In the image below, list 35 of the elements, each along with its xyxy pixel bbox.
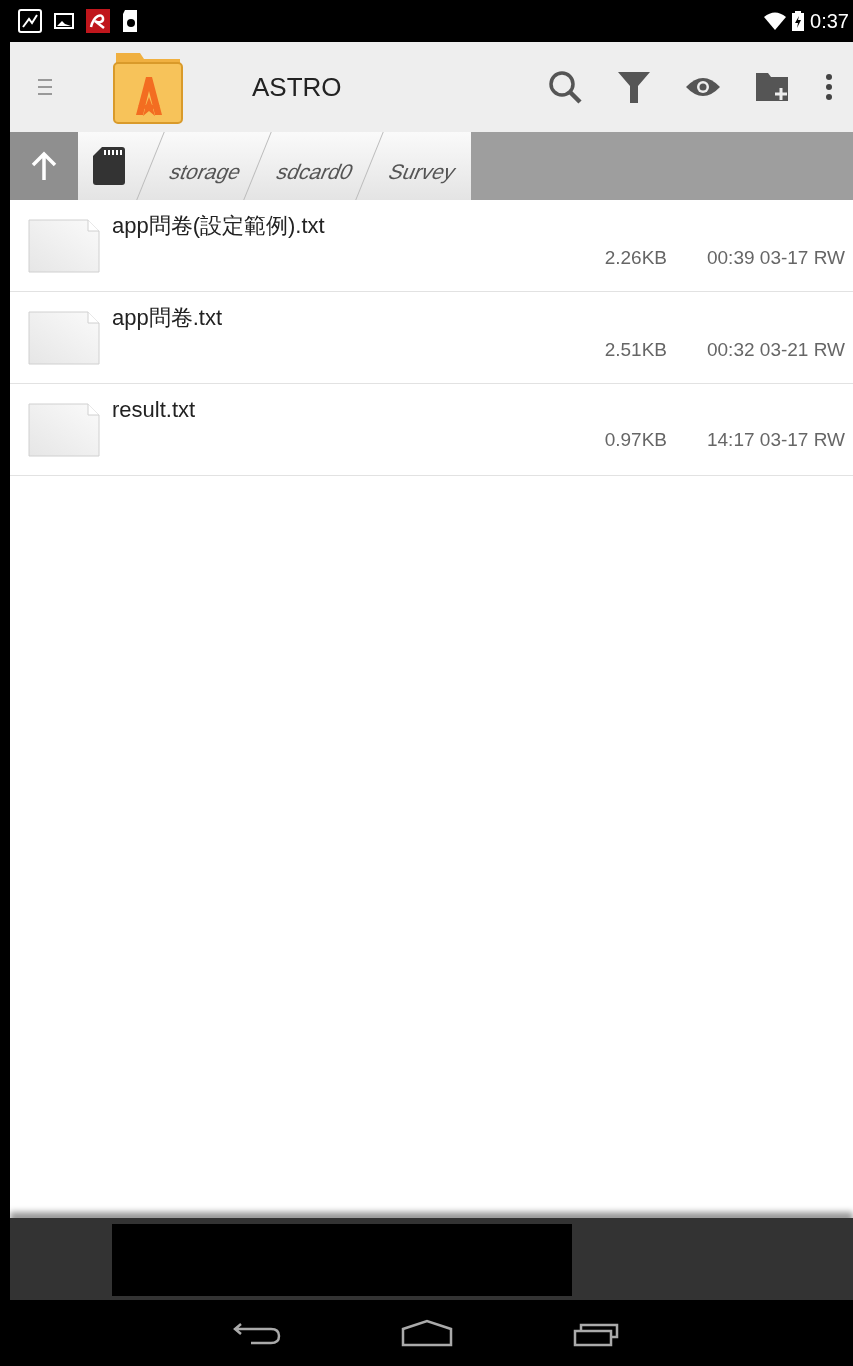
file-name: result.txt	[112, 396, 197, 423]
back-icon[interactable]	[232, 1320, 281, 1346]
home-icon[interactable]	[400, 1319, 453, 1347]
file-icon	[28, 218, 100, 273]
sd-card-icon	[122, 9, 140, 33]
clock: 0:37	[810, 9, 849, 33]
app-title: ASTRO	[252, 71, 342, 103]
file-name: app問卷.txt	[112, 303, 224, 332]
file-row[interactable]: result.txt 0.97KB 14:17 03-17 RW	[10, 384, 853, 476]
breadcrumb[interactable]: sdcard0	[243, 132, 383, 200]
file-name: app問卷(設定範例).txt	[112, 211, 326, 240]
file-size: 2.26KB	[604, 246, 667, 269]
more-options-icon[interactable]	[825, 74, 833, 100]
notification-icon	[18, 9, 42, 33]
wifi-icon	[764, 12, 787, 30]
antivirus-icon	[86, 9, 110, 33]
new-folder-icon[interactable]	[755, 72, 791, 102]
eye-icon[interactable]	[685, 75, 721, 99]
file-row[interactable]: app問卷(設定範例).txt 2.26KB 00:39 03-17 RW	[10, 200, 853, 292]
filter-icon[interactable]	[617, 69, 651, 105]
file-modified: 14:17 03-17 RW	[707, 428, 845, 451]
file-size: 0.97KB	[604, 428, 667, 451]
file-modified: 00:32 03-21 RW	[707, 338, 845, 361]
up-arrow-icon	[31, 151, 57, 181]
image-icon	[54, 11, 74, 31]
file-modified: 00:39 03-17 RW	[707, 246, 845, 269]
file-icon	[28, 310, 100, 365]
sd-card-icon	[92, 146, 126, 186]
breadcrumb[interactable]: storage	[136, 132, 271, 200]
file-icon	[28, 402, 100, 457]
file-row[interactable]: app問卷.txt 2.51KB 00:32 03-21 RW	[10, 292, 853, 384]
breadcrumb[interactable]: Survey	[355, 132, 485, 200]
battery-icon	[792, 11, 805, 31]
file-size: 2.51KB	[604, 338, 667, 361]
search-icon[interactable]	[547, 69, 583, 105]
